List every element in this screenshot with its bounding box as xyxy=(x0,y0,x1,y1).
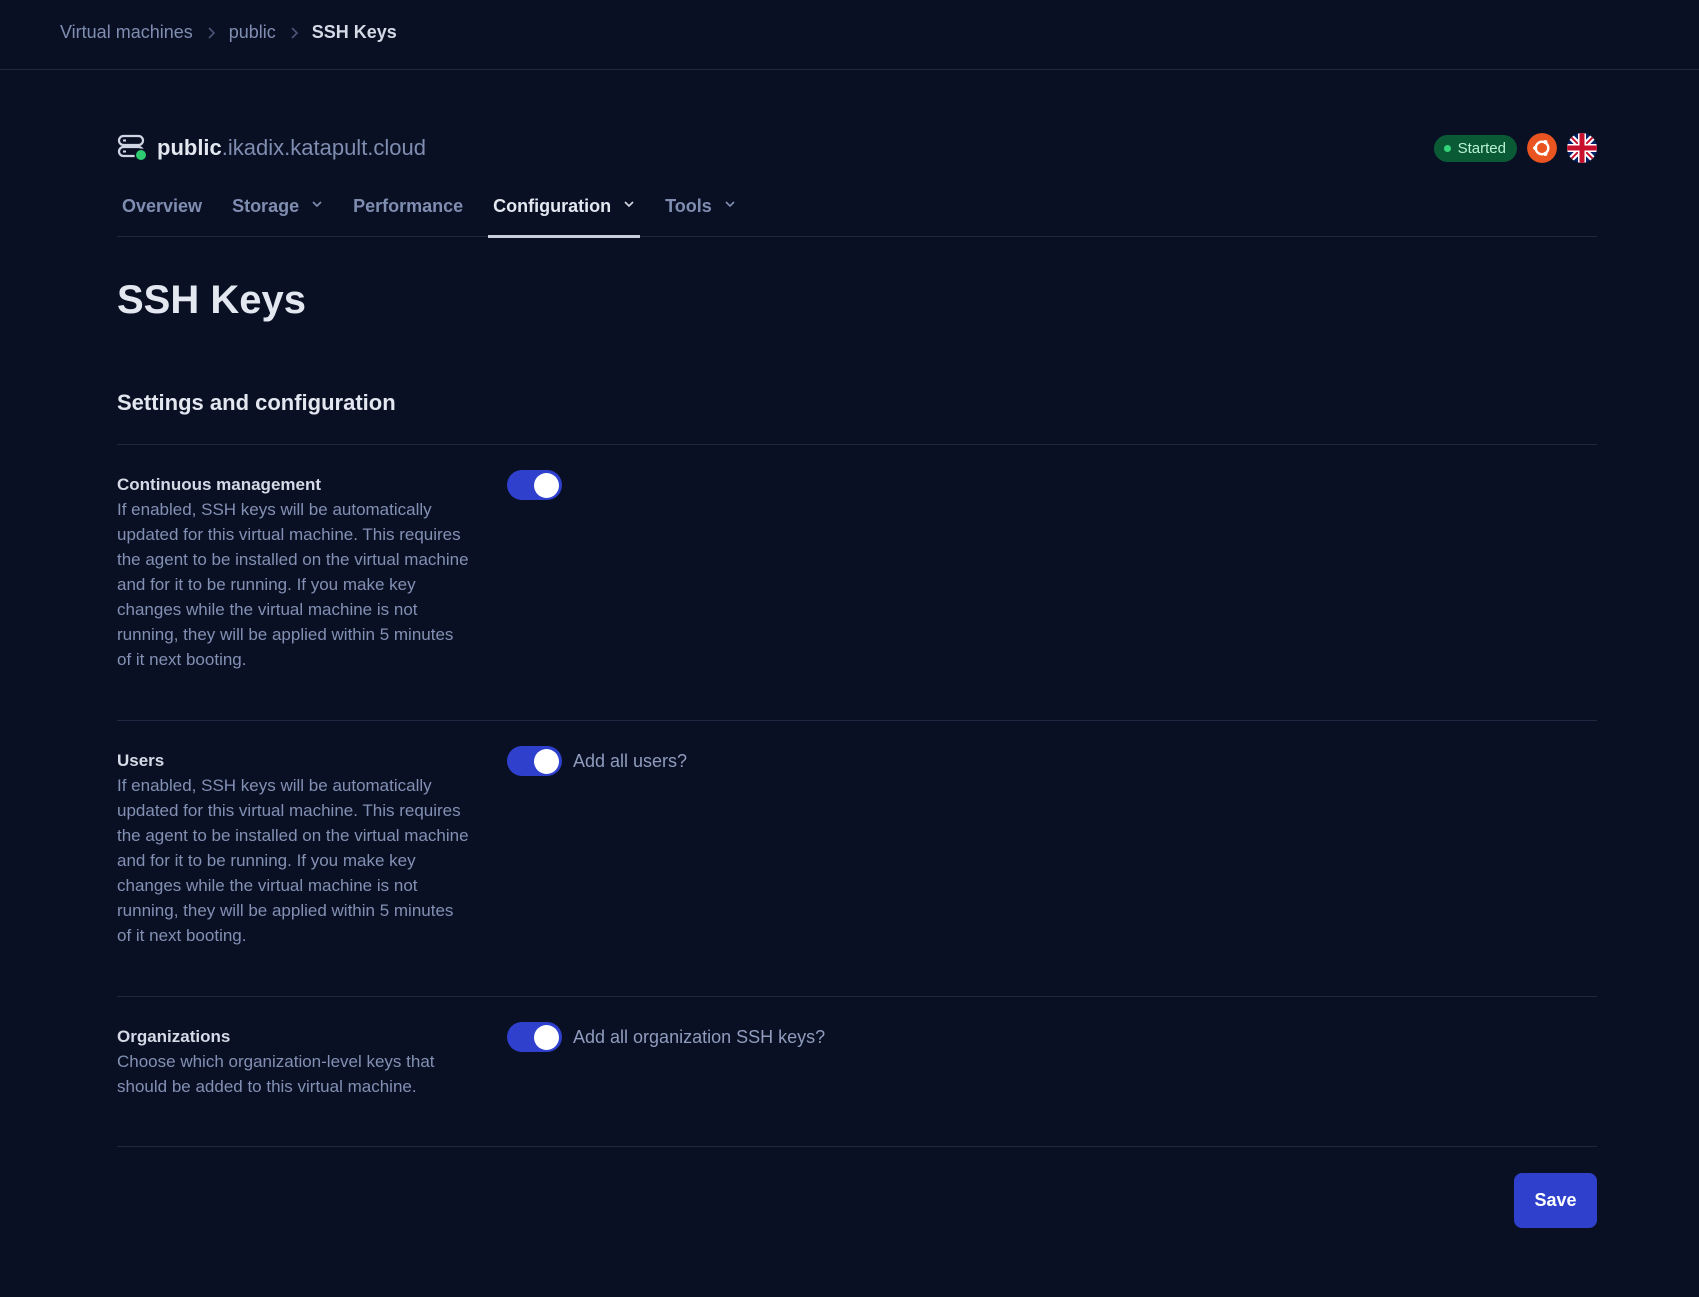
breadcrumb-public[interactable]: public xyxy=(229,22,276,43)
setting-text: Continuous management If enabled, SSH ke… xyxy=(117,445,472,672)
setting-organizations: Organizations Choose which organization-… xyxy=(117,996,1597,1147)
setting-continuous-management: Continuous management If enabled, SSH ke… xyxy=(117,444,1597,720)
vm-header: public.ikadix.katapult.cloud Started xyxy=(117,130,1597,170)
vm-hostname: public.ikadix.katapult.cloud xyxy=(157,135,427,160)
add-all-users-label[interactable]: Add all users? xyxy=(573,751,687,772)
chevron-down-icon xyxy=(724,198,736,210)
add-all-organization-keys-toggle[interactable] xyxy=(507,1022,562,1052)
status-badge: Started xyxy=(1433,134,1517,162)
top-bar: Virtual machines public SSH Keys xyxy=(0,0,1699,70)
breadcrumb-ssh-keys: SSH Keys xyxy=(311,22,397,42)
status-label: Started xyxy=(1457,139,1506,157)
continuous-management-toggle[interactable] xyxy=(507,470,562,500)
uk-flag-icon xyxy=(1567,133,1597,163)
tab-tools[interactable]: Tools xyxy=(660,190,741,237)
setting-label: Continuous management xyxy=(117,475,322,494)
chevron-right-icon xyxy=(290,26,298,39)
setting-control: Add all users? xyxy=(507,746,687,776)
tab-overview[interactable]: Overview xyxy=(117,190,207,237)
save-button[interactable]: Save xyxy=(1514,1173,1597,1228)
setting-description: If enabled, SSH keys will be automatical… xyxy=(117,776,469,945)
server-icon xyxy=(117,134,148,162)
setting-text: Users If enabled, SSH keys will be autom… xyxy=(117,721,472,948)
vm-tabs: Overview Storage Performance Configurati… xyxy=(117,190,1597,238)
settings-list: Continuous management If enabled, SSH ke… xyxy=(117,444,1597,1147)
tab-storage[interactable]: Storage xyxy=(227,190,328,237)
tab-configuration[interactable]: Configuration xyxy=(488,190,641,238)
tab-label: Tools xyxy=(665,196,712,216)
setting-label: Users xyxy=(117,751,165,770)
setting-description: If enabled, SSH keys will be automatical… xyxy=(117,500,469,669)
vm-title: public.ikadix.katapult.cloud xyxy=(117,134,426,162)
setting-description: Choose which organization-level keys tha… xyxy=(117,1052,435,1096)
chevron-down-icon xyxy=(623,198,635,210)
tab-label: Configuration xyxy=(493,196,612,216)
section-title: Settings and configuration xyxy=(117,390,396,415)
breadcrumb: Virtual machines public SSH Keys xyxy=(60,22,397,43)
toggle-knob xyxy=(534,473,559,498)
setting-control xyxy=(507,470,562,500)
setting-text: Organizations Choose which organization-… xyxy=(117,997,472,1099)
status-dot-icon xyxy=(1443,144,1451,152)
add-all-organization-keys-label[interactable]: Add all organization SSH keys? xyxy=(573,1027,825,1048)
toggle-knob xyxy=(534,1025,559,1050)
add-all-users-toggle[interactable] xyxy=(507,746,562,776)
tab-label: Overview xyxy=(122,196,203,216)
tab-performance[interactable]: Performance xyxy=(348,190,468,237)
setting-control: Add all organization SSH keys? xyxy=(507,1022,825,1052)
vm-meta: Started xyxy=(1433,133,1597,163)
setting-users: Users If enabled, SSH keys will be autom… xyxy=(117,720,1597,996)
breadcrumb-virtual-machines[interactable]: Virtual machines xyxy=(60,22,193,43)
toggle-knob xyxy=(534,749,559,774)
chevron-right-icon xyxy=(207,26,215,39)
chevron-down-icon xyxy=(311,198,323,210)
page-title: SSH Keys xyxy=(117,278,306,322)
setting-label: Organizations xyxy=(117,1027,231,1046)
tab-label: Performance xyxy=(353,196,464,216)
tab-label: Storage xyxy=(232,196,300,216)
ubuntu-icon xyxy=(1527,133,1557,163)
